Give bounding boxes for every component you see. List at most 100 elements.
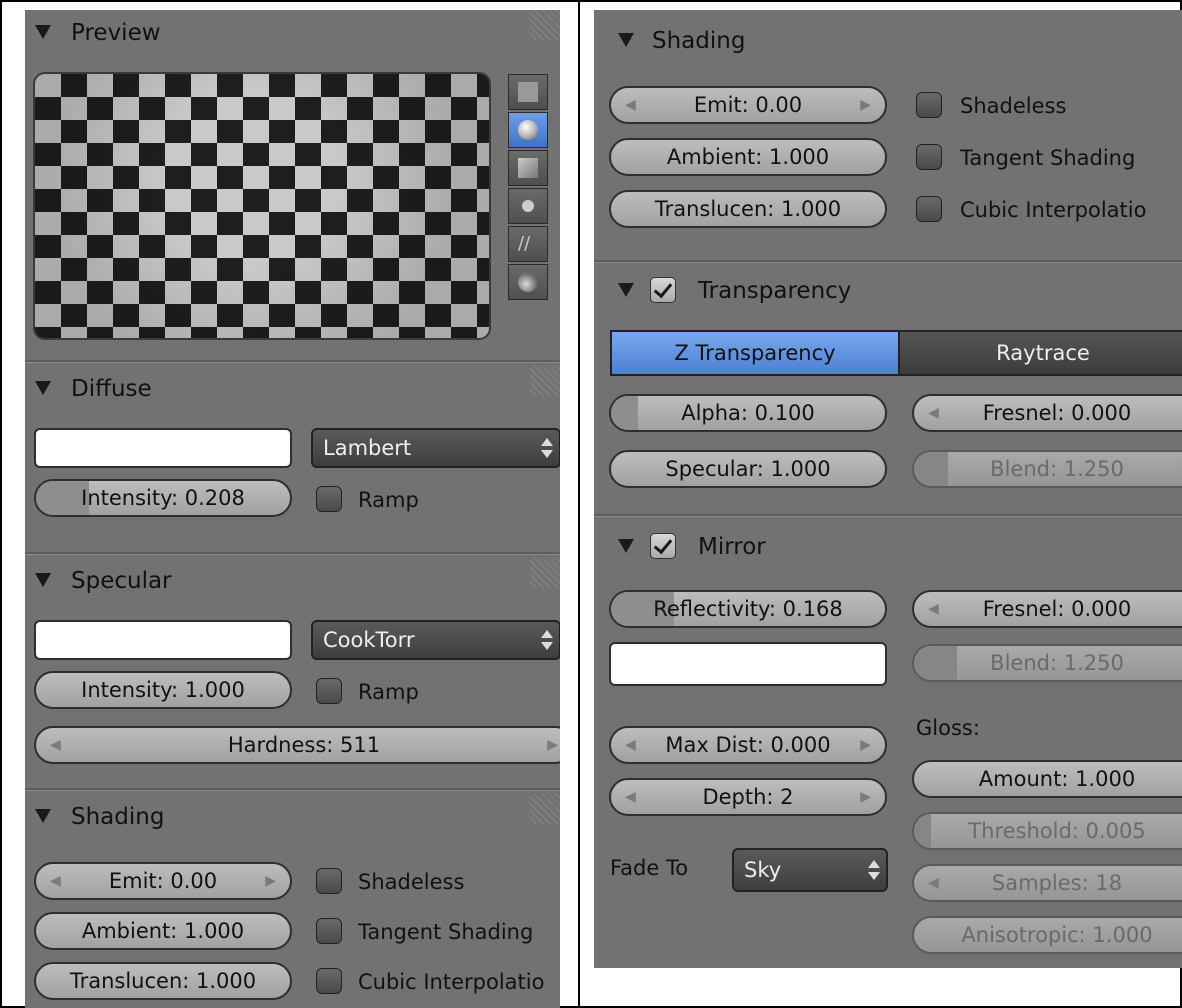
gloss-anisotropic-slider[interactable]: Anisotropic: 1.000 (912, 916, 1182, 954)
preview-flat-button[interactable] (508, 74, 548, 110)
preview-world-button[interactable] (508, 264, 548, 300)
transparency-enable-checkbox[interactable] (650, 277, 676, 303)
decrement-arrow-icon[interactable]: ◀ (50, 864, 61, 898)
emit-field[interactable]: ◀ Emit: 0.00 ▶ (34, 862, 292, 900)
raytrace-label: Raytrace (996, 341, 1090, 365)
ambient-slider[interactable]: Ambient: 1.000 (34, 912, 292, 950)
decrement-arrow-icon[interactable]: ◀ (625, 780, 636, 814)
increment-arrow-icon[interactable]: ▶ (547, 728, 558, 762)
transparency-specular-slider[interactable]: Specular: 1.000 (609, 450, 887, 488)
increment-arrow-icon[interactable]: ▶ (860, 88, 871, 122)
tangent-shading-checkbox[interactable] (916, 144, 942, 170)
transparency-blend-label: Blend: 1.250 (990, 457, 1124, 481)
shadeless-checkbox[interactable] (316, 868, 342, 894)
fade-to-value: Sky (744, 858, 782, 882)
decrement-arrow-icon[interactable]: ◀ (928, 592, 939, 626)
z-transparency-label: Z Transparency (674, 341, 836, 365)
divider (594, 514, 1182, 517)
increment-arrow-icon[interactable]: ▶ (860, 780, 871, 814)
preview-header[interactable]: Preview (25, 10, 560, 60)
raytrace-button[interactable]: Raytrace (898, 330, 1182, 376)
alpha-slider[interactable]: Alpha: 0.100 (609, 394, 887, 432)
diffuse-shader-dropdown[interactable]: Lambert (311, 428, 560, 468)
specular-intensity-slider[interactable]: Intensity: 1.000 (34, 671, 292, 709)
mirror-fresnel-label: Fresnel: 0.000 (982, 597, 1132, 621)
preview-title: Preview (71, 20, 161, 46)
transparency-fresnel-field[interactable]: ◀ Fresnel: 0.000 (912, 394, 1182, 432)
mirror-color-swatch[interactable] (609, 642, 887, 686)
decrement-arrow-icon[interactable]: ◀ (50, 728, 61, 762)
mirror-fresnel-field[interactable]: ◀ Fresnel: 0.000 (912, 590, 1182, 628)
divider (25, 552, 560, 555)
shading-title: Shading (71, 804, 165, 830)
mirror-header[interactable]: Mirror (594, 524, 1182, 574)
reflectivity-slider[interactable]: Reflectivity: 0.168 (609, 590, 887, 628)
cubic-interpolation-label: Cubic Interpolatio (960, 198, 1147, 222)
panel-grip-icon[interactable] (530, 558, 560, 588)
decrement-arrow-icon[interactable]: ◀ (928, 866, 939, 900)
cubic-interpolation-checkbox[interactable] (316, 968, 342, 994)
gloss-samples-field[interactable]: ◀ Samples: 18 (912, 864, 1182, 902)
specular-intensity-label: Intensity: 1.000 (81, 678, 245, 702)
translucency-slider[interactable]: Translucen: 1.000 (609, 190, 887, 228)
shading-header[interactable]: Shading (594, 18, 1182, 68)
ambient-label: Ambient: 1.000 (666, 145, 830, 169)
specular-ramp-label: Ramp (358, 680, 419, 704)
preview-monkey-button[interactable] (508, 188, 548, 224)
ambient-label: Ambient: 1.000 (81, 919, 245, 943)
diffuse-color-swatch[interactable] (34, 428, 292, 468)
cubic-interpolation-checkbox[interactable] (916, 196, 942, 222)
specular-header[interactable]: Specular (25, 558, 560, 608)
transparency-header[interactable]: Transparency (594, 268, 1182, 318)
decrement-arrow-icon[interactable]: ◀ (928, 396, 939, 430)
diffuse-ramp-label: Ramp (358, 488, 419, 512)
transparency-specular-label: Specular: 1.000 (665, 457, 831, 481)
material-preview (33, 72, 491, 340)
decrement-arrow-icon[interactable]: ◀ (625, 728, 636, 762)
specular-color-swatch[interactable] (34, 620, 292, 660)
specular-shader-dropdown[interactable]: CookTorr (311, 620, 560, 660)
shading-title: Shading (652, 28, 746, 54)
ambient-slider[interactable]: Ambient: 1.000 (609, 138, 887, 176)
gloss-threshold-slider[interactable]: Threshold: 0.005 (912, 812, 1182, 850)
shading-header[interactable]: Shading (25, 794, 560, 844)
max-dist-field[interactable]: ◀ Max Dist: 0.000 ▶ (609, 726, 887, 764)
mirror-blend-slider[interactable]: Blend: 1.250 (912, 644, 1182, 682)
divider (25, 788, 560, 791)
translucency-slider[interactable]: Translucen: 1.000 (34, 962, 292, 1000)
transparency-blend-slider[interactable]: Blend: 1.250 (912, 450, 1182, 488)
tangent-shading-label: Tangent Shading (960, 146, 1136, 170)
updown-arrow-icon (541, 630, 553, 650)
cubic-interpolation-label: Cubic Interpolatio (358, 970, 545, 994)
panel-grip-icon[interactable] (530, 10, 560, 40)
gloss-amount-slider[interactable]: Amount: 1.000 (912, 760, 1182, 798)
z-transparency-button[interactable]: Z Transparency (610, 330, 900, 376)
increment-arrow-icon[interactable]: ▶ (860, 728, 871, 762)
shadeless-checkbox[interactable] (916, 92, 942, 118)
right-properties-panel: Shading ◀ Emit: 0.00 ▶ Shadeless Ambient: … (594, 10, 1182, 968)
preview-cube-button[interactable] (508, 150, 548, 186)
specular-shader-value: CookTorr (323, 628, 415, 652)
depth-field[interactable]: ◀ Depth: 2 ▶ (609, 778, 887, 816)
specular-ramp-checkbox[interactable] (316, 678, 342, 704)
decrement-arrow-icon[interactable]: ◀ (625, 88, 636, 122)
tangent-shading-checkbox[interactable] (316, 918, 342, 944)
mirror-enable-checkbox[interactable] (650, 533, 676, 559)
hardness-field[interactable]: ◀ Hardness: 511 ▶ (34, 726, 560, 764)
alpha-label: Alpha: 0.100 (681, 401, 815, 425)
gloss-anisotropic-label: Anisotropic: 1.000 (961, 923, 1153, 947)
increment-arrow-icon[interactable]: ▶ (265, 864, 276, 898)
diffuse-intensity-slider[interactable]: Intensity: 0.208 (34, 479, 292, 517)
panel-grip-icon[interactable] (530, 794, 560, 824)
fade-to-dropdown[interactable]: Sky (732, 848, 888, 892)
diffuse-header[interactable]: Diffuse (25, 366, 560, 416)
gloss-label: Gloss: (916, 716, 980, 740)
preview-type-column: // (508, 74, 560, 338)
preview-sphere-button[interactable] (508, 112, 548, 148)
translucency-label: Translucen: 1.000 (69, 969, 257, 993)
preview-hair-button[interactable]: // (508, 226, 548, 262)
emit-field[interactable]: ◀ Emit: 0.00 ▶ (609, 86, 887, 124)
panel-grip-icon[interactable] (530, 366, 560, 396)
diffuse-ramp-checkbox[interactable] (316, 486, 342, 512)
expand-triangle-icon (618, 283, 634, 297)
